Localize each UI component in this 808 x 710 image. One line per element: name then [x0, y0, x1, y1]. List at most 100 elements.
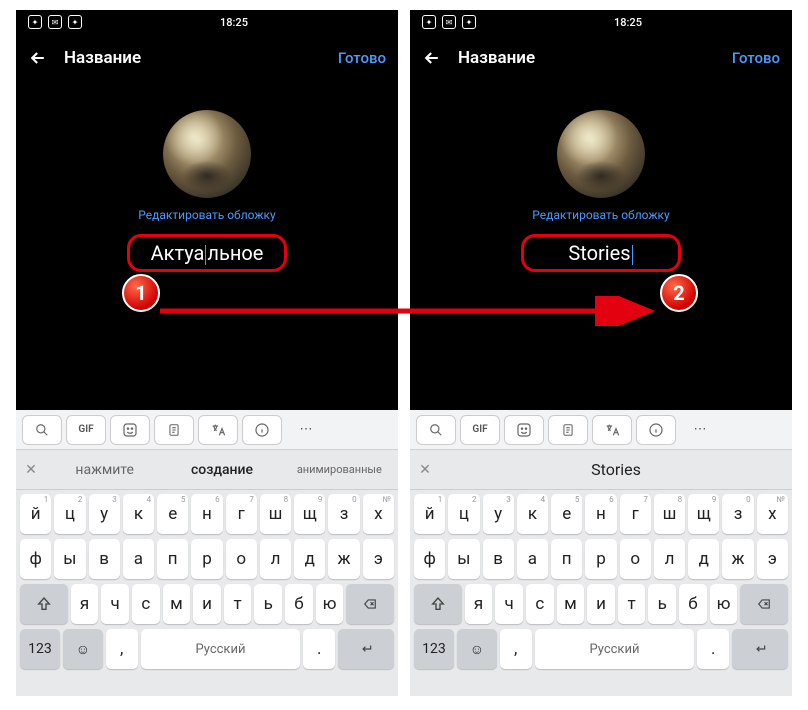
letter-key[interactable]: ю — [316, 584, 344, 624]
letter-key[interactable]: к4 — [123, 494, 154, 534]
emoji-key[interactable]: ☺ — [63, 629, 103, 669]
letter-key[interactable]: ц2 — [448, 494, 479, 534]
shift-key[interactable] — [414, 584, 462, 624]
letter-key[interactable]: л — [654, 539, 685, 579]
letter-key[interactable]: ю — [710, 584, 738, 624]
gif-button[interactable]: GIF — [66, 415, 106, 445]
letter-key[interactable]: ж — [328, 539, 359, 579]
numeric-key[interactable]: 123 — [414, 629, 454, 669]
letter-key[interactable]: и — [587, 584, 615, 624]
letter-key[interactable]: щ9 — [294, 494, 325, 534]
letter-key[interactable]: ь — [648, 584, 676, 624]
letter-key[interactable]: в — [89, 539, 120, 579]
letter-key[interactable]: п — [157, 539, 188, 579]
letter-key[interactable]: ш8 — [260, 494, 291, 534]
cover-image[interactable] — [557, 110, 645, 198]
letter-key[interactable]: я — [465, 584, 493, 624]
period-key[interactable]: . — [303, 629, 335, 669]
letter-key[interactable]: ф — [20, 539, 51, 579]
letter-key[interactable]: э — [757, 539, 788, 579]
space-key[interactable]: Русский — [141, 629, 301, 669]
letter-key[interactable]: ч — [495, 584, 523, 624]
highlight-name-input[interactable]: Актуальное — [151, 241, 264, 265]
clipboard-icon[interactable] — [548, 415, 588, 445]
info-icon[interactable] — [242, 415, 282, 445]
letter-key[interactable]: д — [688, 539, 719, 579]
edit-cover-link[interactable]: Редактировать обложку — [138, 208, 275, 222]
backspace-key[interactable] — [346, 584, 394, 624]
gif-button[interactable]: GIF — [460, 415, 500, 445]
edit-cover-link[interactable]: Редактировать обложку — [532, 208, 669, 222]
letter-key[interactable]: г7 — [620, 494, 651, 534]
letter-key[interactable]: е5 — [551, 494, 582, 534]
suggestion[interactable]: нажмите — [46, 462, 163, 478]
letter-key[interactable]: н6 — [585, 494, 616, 534]
letter-key[interactable]: у3 — [89, 494, 120, 534]
letter-key[interactable]: о — [226, 539, 257, 579]
emoji-key[interactable]: ☺ — [457, 629, 497, 669]
letter-key[interactable]: т — [618, 584, 646, 624]
comma-key[interactable]: , — [500, 629, 532, 669]
letter-key[interactable]: б — [285, 584, 313, 624]
letter-key[interactable]: д — [294, 539, 325, 579]
space-key[interactable]: Русский — [535, 629, 695, 669]
backspace-key[interactable] — [740, 584, 788, 624]
letter-key[interactable]: у3 — [483, 494, 514, 534]
letter-key[interactable]: г7 — [226, 494, 257, 534]
info-icon[interactable] — [636, 415, 676, 445]
cover-image[interactable] — [163, 110, 251, 198]
translate-icon[interactable] — [198, 415, 238, 445]
comma-key[interactable]: , — [106, 629, 138, 669]
search-icon[interactable] — [22, 415, 62, 445]
search-icon[interactable] — [416, 415, 456, 445]
letter-key[interactable]: ы — [448, 539, 479, 579]
letter-key[interactable]: н6 — [191, 494, 222, 534]
letter-key[interactable]: з0 — [328, 494, 359, 534]
letter-key[interactable]: м — [557, 584, 585, 624]
back-arrow-icon[interactable] — [28, 48, 48, 68]
close-suggestions-icon[interactable]: ✕ — [16, 462, 46, 478]
letter-key[interactable]: ч — [101, 584, 129, 624]
letter-key[interactable]: я — [71, 584, 99, 624]
suggestion[interactable]: создание — [163, 462, 280, 478]
letter-key[interactable]: ф — [414, 539, 445, 579]
letter-key[interactable]: с — [132, 584, 160, 624]
shift-key[interactable] — [20, 584, 68, 624]
letter-key[interactable]: и — [193, 584, 221, 624]
more-icon[interactable]: ⋯ — [680, 415, 720, 445]
letter-key[interactable]: р — [585, 539, 616, 579]
letter-key[interactable]: с — [526, 584, 554, 624]
letter-key[interactable]: м — [163, 584, 191, 624]
letter-key[interactable]: й1 — [414, 494, 445, 534]
enter-key[interactable] — [732, 629, 788, 669]
letter-key[interactable]: ь — [254, 584, 282, 624]
suggestion[interactable]: Stories — [440, 460, 792, 479]
letter-key[interactable]: й1 — [20, 494, 51, 534]
letter-key[interactable]: о — [620, 539, 651, 579]
letter-key[interactable]: л — [260, 539, 291, 579]
letter-key[interactable]: р — [191, 539, 222, 579]
letter-key[interactable]: х№ — [363, 494, 394, 534]
letter-key[interactable]: т — [224, 584, 252, 624]
letter-key[interactable]: п — [551, 539, 582, 579]
done-button[interactable]: Готово — [338, 49, 386, 67]
sticker-icon[interactable] — [504, 415, 544, 445]
done-button[interactable]: Готово — [732, 49, 780, 67]
letter-key[interactable]: щ9 — [688, 494, 719, 534]
sticker-icon[interactable] — [110, 415, 150, 445]
letter-key[interactable]: э — [363, 539, 394, 579]
numeric-key[interactable]: 123 — [20, 629, 60, 669]
letter-key[interactable]: ы — [54, 539, 85, 579]
letter-key[interactable]: б — [679, 584, 707, 624]
letter-key[interactable]: е5 — [157, 494, 188, 534]
period-key[interactable]: . — [697, 629, 729, 669]
letter-key[interactable]: в — [483, 539, 514, 579]
close-suggestions-icon[interactable]: ✕ — [410, 462, 440, 478]
enter-key[interactable] — [338, 629, 394, 669]
clipboard-icon[interactable] — [154, 415, 194, 445]
translate-icon[interactable] — [592, 415, 632, 445]
letter-key[interactable]: ж — [722, 539, 753, 579]
back-arrow-icon[interactable] — [422, 48, 442, 68]
highlight-name-input[interactable]: Stories — [568, 241, 633, 265]
letter-key[interactable]: а — [517, 539, 548, 579]
